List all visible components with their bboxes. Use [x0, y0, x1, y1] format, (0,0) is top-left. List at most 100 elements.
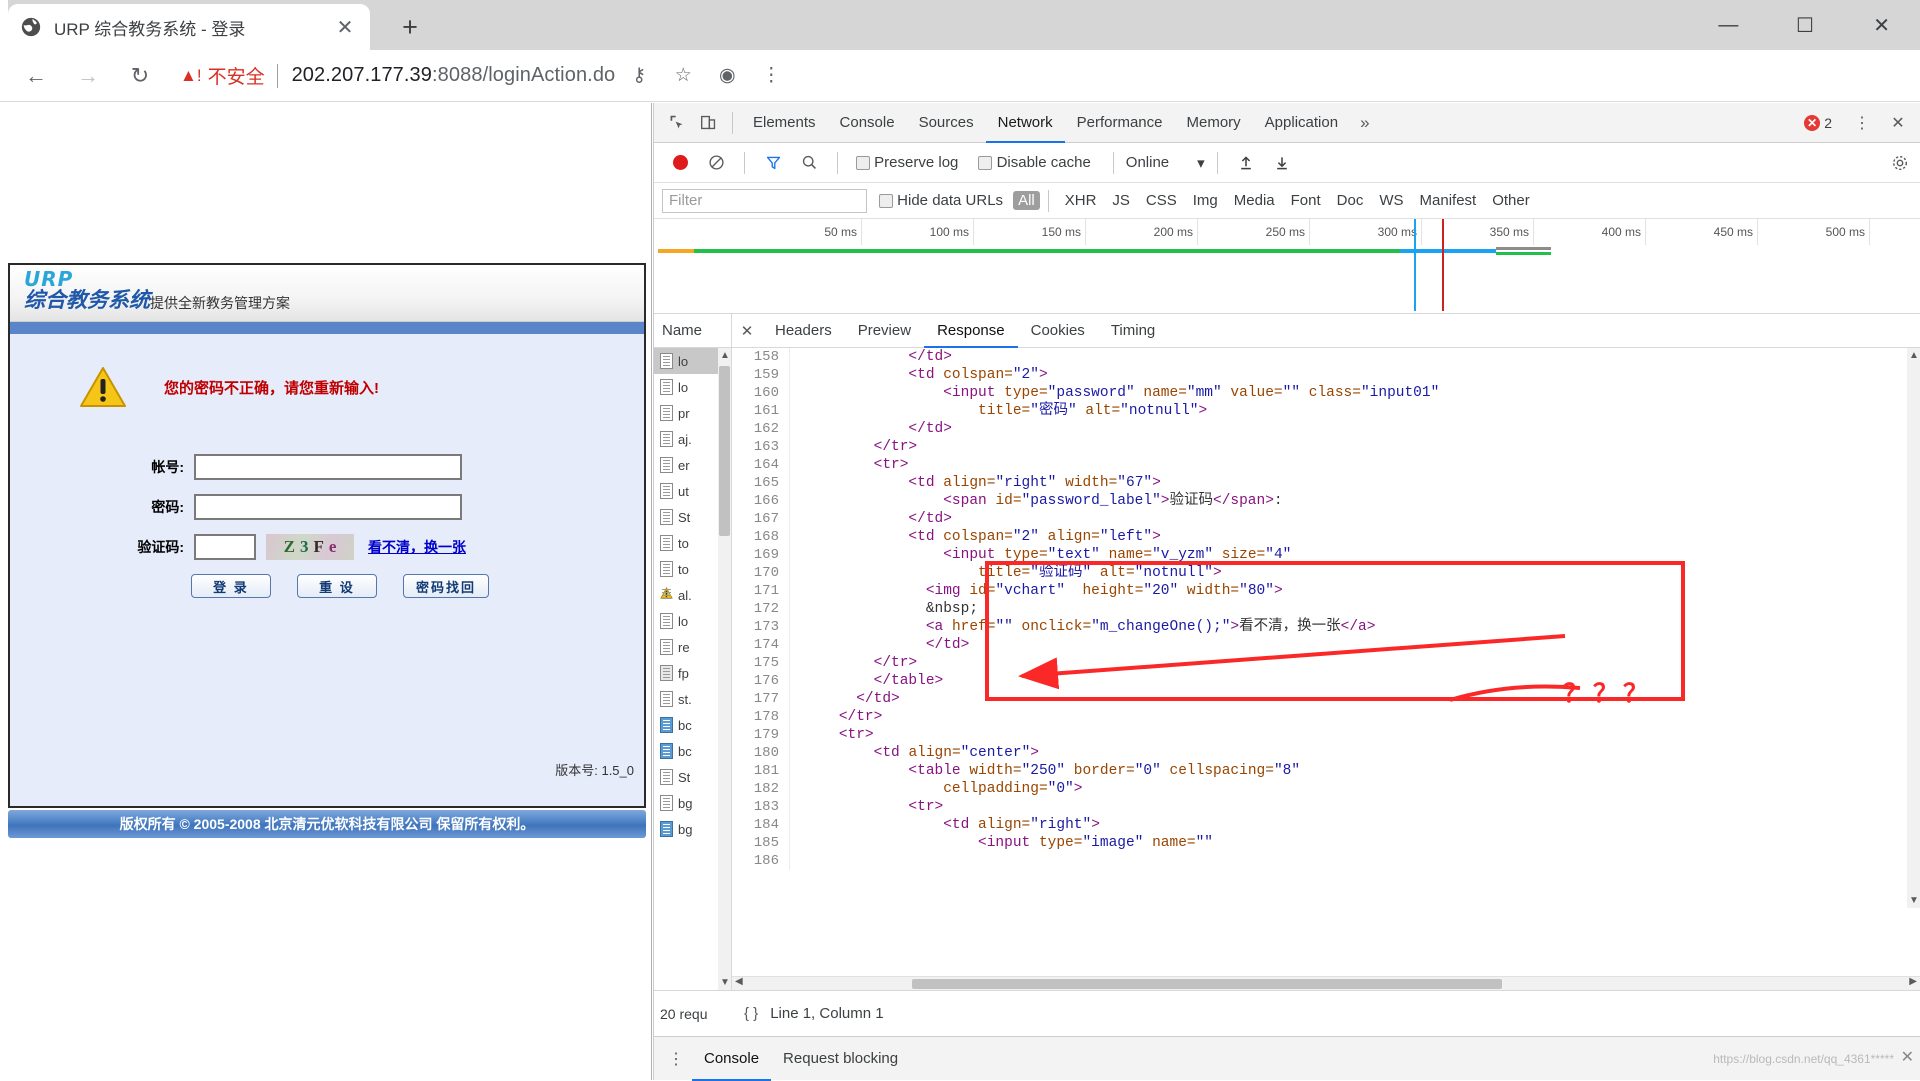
filter-type-xhr[interactable]: XHR [1057, 192, 1105, 209]
code-line: 170 title="验证码" alt="notnull"> [732, 564, 1920, 582]
detail-tab-response[interactable]: Response [924, 314, 1018, 348]
filter-type-css[interactable]: CSS [1138, 192, 1185, 209]
captcha-input[interactable] [194, 534, 256, 560]
hide-data-urls-toggle[interactable]: Hide data URLs [879, 192, 1003, 209]
close-icon[interactable]: ✕ [1882, 107, 1914, 139]
chevron-left-icon[interactable]: ◀ [735, 976, 743, 987]
key-icon[interactable]: ⚷ [619, 56, 659, 96]
filter-type-ws[interactable]: WS [1371, 192, 1411, 209]
login-button[interactable]: 登 录 [190, 574, 271, 598]
three-dot-menu-icon[interactable]: ⋮ [1846, 107, 1878, 139]
chevron-down-icon[interactable]: ▼ [720, 977, 730, 988]
filter-type-js[interactable]: JS [1104, 192, 1138, 209]
maximize-button[interactable]: ☐ [1767, 0, 1844, 50]
address-bar[interactable]: ▲! 不安全 202.207.177.39:8088/loginAction.d… [180, 56, 1910, 96]
code-content: <td align="right"> [943, 817, 1100, 833]
timeline-tick: 150 ms [974, 219, 1086, 245]
close-icon[interactable]: ✕ [332, 14, 358, 40]
close-icon[interactable]: ✕ [1901, 1047, 1914, 1067]
forward-arrow-icon[interactable]: → [66, 54, 110, 98]
back-arrow-icon[interactable]: ← [14, 54, 58, 98]
code-line: 182 cellpadding="0"> [732, 780, 1920, 798]
preserve-log-toggle[interactable]: Preserve log [856, 154, 958, 171]
profile-avatar-icon[interactable]: ◉ [707, 56, 747, 96]
filter-type-img[interactable]: Img [1185, 192, 1226, 209]
request-list-scrollbar[interactable]: ▲ ▼ [718, 348, 731, 990]
filter-type-doc[interactable]: Doc [1329, 192, 1372, 209]
checkbox-icon[interactable] [856, 156, 870, 171]
reset-button[interactable]: 重 设 [296, 574, 377, 598]
upload-arrow-icon[interactable] [1230, 147, 1262, 179]
filter-input[interactable]: Filter [662, 188, 867, 213]
drawer-tab-request-blocking[interactable]: Request blocking [771, 1037, 910, 1081]
record-circle-icon[interactable] [664, 147, 696, 179]
tab-performance[interactable]: Performance [1065, 103, 1175, 143]
star-icon[interactable]: ☆ [663, 56, 703, 96]
chevron-up-icon[interactable]: ▲ [1909, 350, 1919, 361]
pretty-print-braces-icon[interactable]: { } [732, 1005, 770, 1022]
chevron-right-icon[interactable]: ▶ [1909, 976, 1917, 987]
browser-tab[interactable]: URP 综合教务系统 - 登录 ✕ [8, 4, 370, 50]
gear-icon[interactable] [1888, 147, 1920, 179]
tab-application[interactable]: Application [1253, 103, 1350, 143]
three-dot-menu-icon[interactable]: ⋮ [660, 1043, 692, 1075]
tab-console[interactable]: Console [828, 103, 907, 143]
password-row: 密码: [10, 494, 644, 520]
detail-tab-headers[interactable]: Headers [762, 314, 845, 348]
code-horizontal-scrollbar[interactable]: ◀ ▶ [732, 976, 1920, 990]
checkbox-icon[interactable] [879, 194, 893, 209]
tab-elements[interactable]: Elements [741, 103, 828, 143]
three-dot-menu-icon[interactable]: ⋮ [751, 56, 791, 96]
password-recovery-button[interactable]: 密码找回 [402, 574, 489, 598]
plus-icon[interactable]: + [390, 8, 430, 46]
tab-sources[interactable]: Sources [907, 103, 986, 143]
line-number: 172 [732, 600, 790, 618]
reload-icon[interactable]: ↻ [118, 54, 162, 98]
disable-cache-toggle[interactable]: Disable cache [978, 154, 1091, 171]
detail-tab-cookies[interactable]: Cookies [1018, 314, 1098, 348]
filter-type-font[interactable]: Font [1283, 192, 1329, 209]
chevron-down-icon[interactable]: ▾ [1197, 154, 1205, 172]
line-number: 183 [732, 798, 790, 816]
code-content: </td> [908, 421, 952, 437]
code-content: title="验证码" alt="notnull"> [978, 565, 1222, 581]
tab-network[interactable]: Network [986, 103, 1065, 143]
error-message-text: 您的密码不正确，请您重新输入! [164, 379, 379, 397]
account-input[interactable] [194, 454, 462, 480]
close-icon[interactable]: ✕ [732, 322, 762, 340]
filter-type-other[interactable]: Other [1484, 192, 1538, 209]
scrollbar-thumb[interactable] [912, 979, 1502, 989]
filter-type-media[interactable]: Media [1226, 192, 1283, 209]
request-name: bg [678, 821, 693, 837]
drawer-tab-console[interactable]: Console [692, 1037, 771, 1081]
chevron-down-icon[interactable]: ▼ [1909, 895, 1919, 906]
funnel-filter-icon[interactable] [757, 147, 789, 179]
detail-tab-timing[interactable]: Timing [1098, 314, 1168, 348]
download-arrow-icon[interactable] [1266, 147, 1298, 179]
scrollbar-thumb[interactable] [719, 366, 730, 536]
captcha-row: 验证码: Z3Fe 看不清，换一张 [10, 534, 644, 560]
minimize-button[interactable]: — [1690, 0, 1767, 50]
device-toolbar-icon[interactable] [692, 107, 724, 139]
throttling-select[interactable]: Online ▾ [1126, 154, 1205, 172]
inspect-cursor-icon[interactable] [660, 107, 692, 139]
captcha-image[interactable]: Z3Fe [266, 534, 354, 560]
refresh-captcha-link[interactable]: 看不清，换一张 [368, 537, 466, 557]
chevron-double-right-icon[interactable]: » [1350, 113, 1379, 133]
password-input[interactable] [194, 494, 462, 520]
tab-memory[interactable]: Memory [1175, 103, 1253, 143]
close-window-button[interactable]: ✕ [1843, 0, 1920, 50]
urp-blue-divider [10, 322, 644, 334]
clear-no-entry-icon[interactable] [700, 147, 732, 179]
filter-type-all[interactable]: All [1013, 191, 1040, 210]
chevron-up-icon[interactable]: ▲ [720, 350, 730, 361]
code-line: 174 </td> [732, 636, 1920, 654]
checkbox-icon[interactable] [978, 156, 993, 171]
detail-tab-preview[interactable]: Preview [845, 314, 924, 348]
search-icon[interactable] [793, 147, 825, 179]
filter-type-manifest[interactable]: Manifest [1412, 192, 1485, 209]
toolbar-separator [732, 111, 733, 134]
code-vertical-scrollbar[interactable]: ▲ ▼ [1907, 348, 1920, 908]
error-indicator[interactable]: ✕ 2 ⋮ ✕ [1804, 107, 1920, 139]
response-code-view[interactable]: 158 </td> 159 <td colspan="2"> 160 <input … [732, 348, 1920, 976]
